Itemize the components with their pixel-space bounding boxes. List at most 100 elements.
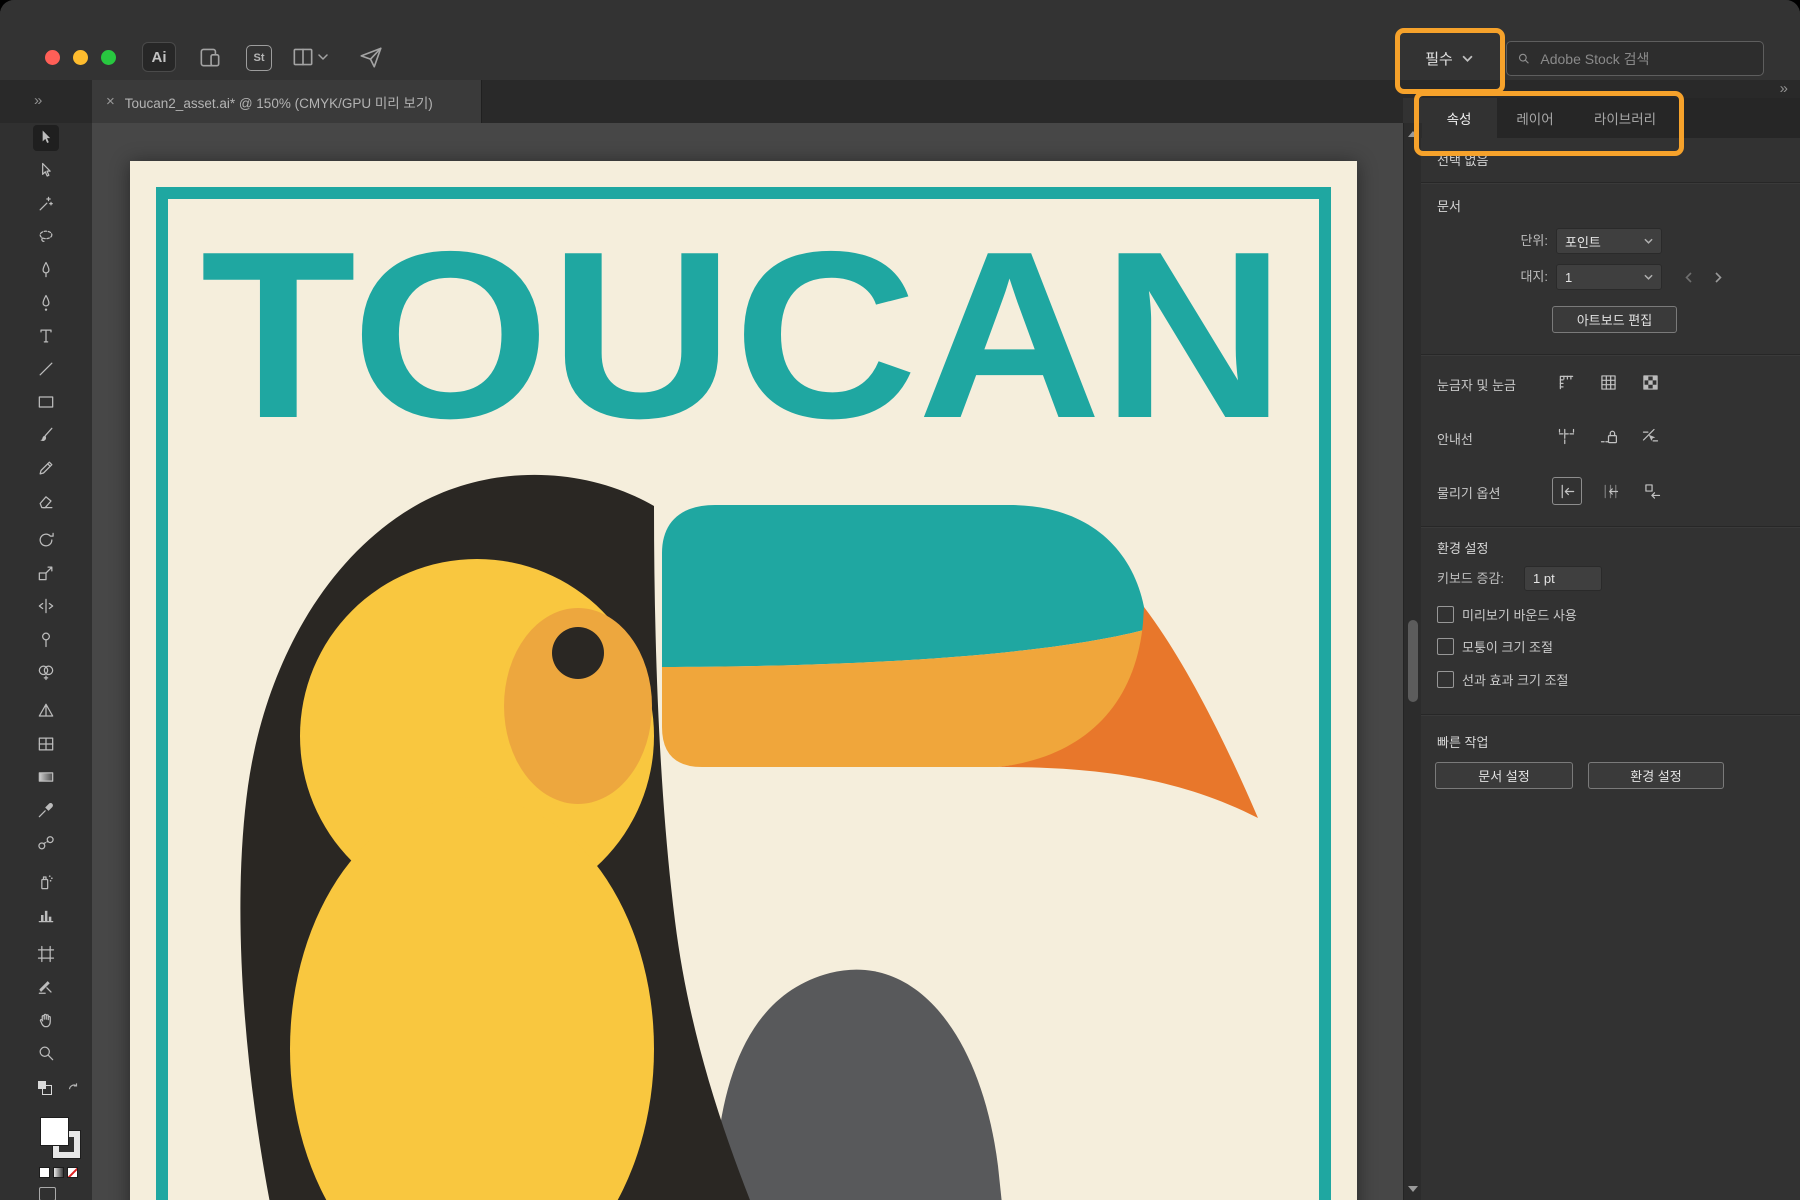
- previous-artboard-button[interactable]: [1679, 268, 1697, 286]
- gradient-tool[interactable]: [33, 764, 59, 790]
- preferences-section-header: 환경 설정: [1437, 538, 1800, 557]
- eyedropper-tool[interactable]: [33, 797, 59, 823]
- width-tool[interactable]: [33, 593, 59, 619]
- search-input[interactable]: [1538, 50, 1753, 68]
- draw-normal-icon[interactable]: [39, 1187, 56, 1200]
- selection-tool[interactable]: [33, 125, 59, 151]
- tab-layers[interactable]: 레이어: [1497, 98, 1573, 138]
- document-setup-button[interactable]: 문서 설정: [1435, 762, 1573, 789]
- canvas[interactable]: TOUCAN: [92, 123, 1403, 1200]
- pen-tool[interactable]: [33, 257, 59, 283]
- pencil-tool[interactable]: [33, 455, 59, 481]
- slice-tool[interactable]: [33, 974, 59, 1000]
- beak-upper: [662, 505, 1146, 667]
- default-fill-stroke-icon[interactable]: [38, 1081, 52, 1095]
- gradient-mode-icon[interactable]: [53, 1167, 64, 1178]
- tab-libraries[interactable]: 라이브러리: [1573, 98, 1677, 138]
- puppet-warp-tool[interactable]: [33, 626, 59, 652]
- document-section-header: 문서: [1437, 196, 1800, 215]
- preview-bounds-checkbox[interactable]: [1437, 606, 1454, 623]
- artboard-label: 대지:: [1421, 264, 1548, 290]
- color-mode-icon[interactable]: [39, 1167, 50, 1178]
- artboard-value: 1: [1565, 270, 1572, 285]
- illustrator-logo: Ai: [142, 42, 176, 72]
- swap-fill-stroke-icon[interactable]: [66, 1081, 80, 1095]
- shape-builder-tool[interactable]: [33, 659, 59, 685]
- magic-wand-tool[interactable]: [33, 191, 59, 217]
- direct-selection-tool[interactable]: [33, 158, 59, 184]
- edit-artboards-button[interactable]: 아트보드 편집: [1552, 306, 1677, 333]
- smart-guides-icon[interactable]: [1636, 423, 1664, 449]
- device-preview-icon[interactable]: [197, 44, 223, 70]
- adobe-stock-search[interactable]: [1506, 41, 1764, 76]
- snap-to-grid-icon[interactable]: [1596, 478, 1624, 504]
- scale-corners-checkbox[interactable]: [1437, 638, 1454, 655]
- next-artboard-button[interactable]: [1709, 268, 1727, 286]
- grid-icon[interactable]: [1594, 369, 1622, 395]
- curvature-tool[interactable]: [33, 290, 59, 316]
- scroll-up-icon[interactable]: [1408, 131, 1418, 137]
- divider: [1421, 714, 1800, 716]
- lock-guides-icon[interactable]: [1594, 423, 1622, 449]
- artboard-tool[interactable]: [33, 941, 59, 967]
- close-tab-icon[interactable]: ×: [106, 93, 115, 110]
- guides-icon[interactable]: [1552, 423, 1580, 449]
- keyboard-increment-field[interactable]: 1 pt: [1524, 566, 1602, 591]
- unit-value: 포인트: [1565, 232, 1601, 251]
- type-tool[interactable]: [33, 323, 59, 349]
- scrollbar-thumb[interactable]: [1408, 620, 1418, 702]
- quick-actions-header: 빠른 작업: [1437, 732, 1800, 751]
- preview-bounds-label: 미리보기 바운드 사용: [1462, 605, 1577, 624]
- workspace-label: 필수: [1425, 48, 1453, 69]
- illustrator-window: Ai St 필수 » × Toucan2_a: [0, 0, 1800, 1200]
- workspace-switcher[interactable]: 필수: [1408, 38, 1490, 78]
- artboard-dropdown[interactable]: 1: [1556, 264, 1662, 290]
- snap-icon-group: [1552, 477, 1666, 505]
- document-tab-title: Toucan2_asset.ai* @ 150% (CMYK/GPU 미리 보기…: [125, 92, 433, 112]
- zoom-tool[interactable]: [33, 1040, 59, 1066]
- column-graph-tool[interactable]: [33, 902, 59, 928]
- scale-tool[interactable]: [33, 560, 59, 586]
- divider: [1421, 526, 1800, 528]
- tab-properties[interactable]: 속성: [1421, 98, 1497, 138]
- blend-tool[interactable]: [33, 830, 59, 856]
- lasso-tool[interactable]: [33, 224, 59, 250]
- divider: [1421, 182, 1800, 184]
- scroll-down-icon[interactable]: [1408, 1186, 1418, 1192]
- rectangle-tool[interactable]: [33, 389, 59, 415]
- none-mode-icon[interactable]: [67, 1167, 78, 1178]
- arrange-documents-icon[interactable]: [290, 44, 316, 70]
- scale-strokes-checkbox[interactable]: [1437, 671, 1454, 688]
- window-zoom-button[interactable]: [101, 50, 116, 65]
- window-close-button[interactable]: [45, 50, 60, 65]
- corner-ruler-icon[interactable]: [1552, 369, 1580, 395]
- share-icon[interactable]: [358, 44, 384, 70]
- unit-dropdown[interactable]: 포인트: [1556, 228, 1662, 254]
- panel-tab-bar: 속성 레이어 라이브러리: [1421, 98, 1800, 138]
- mesh-tool[interactable]: [33, 731, 59, 757]
- symbol-sprayer-tool[interactable]: [33, 869, 59, 895]
- divider: [1421, 354, 1800, 356]
- fill-swatch[interactable]: [40, 1117, 69, 1146]
- panel-header-strip: »: [1403, 80, 1800, 98]
- document-tab[interactable]: × Toucan2_asset.ai* @ 150% (CMYK/GPU 미리 …: [92, 80, 482, 123]
- document-tab-bar: » × Toucan2_asset.ai* @ 150% (CMYK/GPU 미…: [0, 80, 1403, 123]
- collapse-panel-right-icon[interactable]: »: [1780, 80, 1786, 97]
- perspective-grid-tool[interactable]: [33, 698, 59, 724]
- panel-scrollbar[interactable]: [1403, 123, 1422, 1200]
- collapse-panel-icon[interactable]: »: [34, 92, 40, 109]
- hand-tool[interactable]: [33, 1007, 59, 1033]
- snap-to-pixel-icon[interactable]: [1638, 478, 1666, 504]
- preferences-button[interactable]: 환경 설정: [1588, 762, 1724, 789]
- transparency-grid-icon[interactable]: [1636, 369, 1664, 395]
- paintbrush-tool[interactable]: [33, 422, 59, 448]
- properties-panel: 선택 없음 문서 단위: 포인트 대지: 1 아트보드 편집 눈: [1421, 138, 1800, 1200]
- rotate-tool[interactable]: [33, 527, 59, 553]
- window-minimize-button[interactable]: [73, 50, 88, 65]
- eraser-tool[interactable]: [33, 488, 59, 514]
- line-segment-tool[interactable]: [33, 356, 59, 382]
- artboard-row: 대지: 1: [1421, 264, 1800, 290]
- snap-to-point-icon[interactable]: [1552, 477, 1582, 505]
- adobe-stock-icon[interactable]: St: [246, 45, 272, 71]
- search-icon: [1517, 51, 1530, 66]
